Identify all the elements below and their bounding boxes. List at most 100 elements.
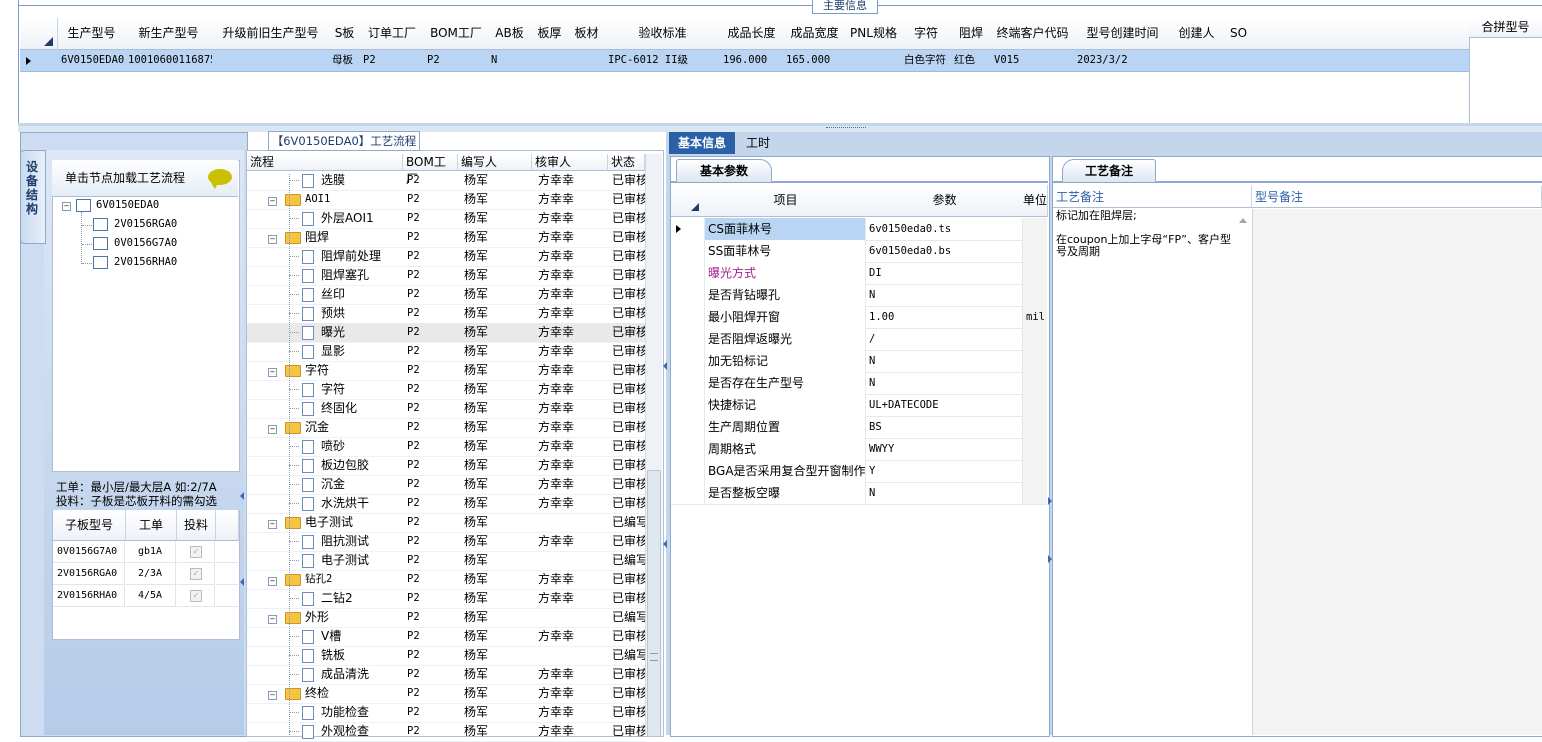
param-value[interactable]: N xyxy=(866,372,1023,394)
param-row-selector[interactable] xyxy=(671,372,705,394)
column-header[interactable]: PNL规格 xyxy=(846,18,902,50)
tree-child-label[interactable]: 2V0156RGA0 xyxy=(114,218,177,230)
tab-work-hours[interactable]: 工时 xyxy=(738,132,778,154)
column-header[interactable]: BOM工厂 xyxy=(424,18,489,50)
param-header-unit[interactable]: 单位 xyxy=(1023,185,1048,217)
cell[interactable] xyxy=(212,50,329,71)
column-header[interactable]: 字符 xyxy=(901,18,952,50)
tree-collapse-icon[interactable]: − xyxy=(268,520,277,529)
sub-cell-model[interactable]: 2V0156RHA0 xyxy=(53,585,125,607)
param-row-selector[interactable] xyxy=(671,394,705,416)
process-header-status[interactable]: 状态 xyxy=(608,154,645,171)
tree-collapse-icon[interactable]: − xyxy=(268,691,277,700)
chat-bubble-icon[interactable] xyxy=(208,169,232,189)
process-header-writer[interactable]: 编写人 xyxy=(458,154,532,171)
param-row[interactable]: BGA是否采用复合型开窗制作 Y xyxy=(671,460,1047,483)
feed-checkbox[interactable]: ✓ xyxy=(190,546,202,558)
tree-child-label[interactable]: 0V0156G7A0 xyxy=(114,237,177,249)
cell[interactable]: 2023/3/2 xyxy=(1074,50,1171,71)
tab-basic-info[interactable]: 基本信息 xyxy=(669,132,735,154)
cell[interactable]: IPC-6012 II级 xyxy=(605,50,720,71)
param-value[interactable]: 6v0150eda0.bs xyxy=(866,240,1023,262)
process-row[interactable]: 阻焊前处理 P2 杨军 方幸幸 已审核 xyxy=(247,247,645,267)
process-row[interactable]: 水洗烘干 P2 杨军 方幸幸 已审核 xyxy=(247,494,645,514)
param-value[interactable]: UL+DATECODE xyxy=(866,394,1023,416)
sub-cell-order[interactable]: 4/5A xyxy=(126,585,176,607)
param-row-selector[interactable] xyxy=(671,328,705,350)
process-row[interactable]: 预烘 P2 杨军 方幸幸 已审核 xyxy=(247,304,645,324)
column-header[interactable]: 升级前旧生产型号 xyxy=(212,18,330,50)
tab-basic-params[interactable]: 基本参数 xyxy=(676,159,772,182)
param-value[interactable]: WWYY xyxy=(866,438,1023,460)
process-row[interactable]: 终固化 P2 杨军 方幸幸 已审核 xyxy=(247,399,645,419)
param-row-selector[interactable] xyxy=(671,416,705,438)
param-row[interactable]: 是否整板空曝 N xyxy=(671,482,1047,505)
process-row[interactable]: 字符 P2 杨军 方幸幸 已审核 xyxy=(247,380,645,400)
param-value[interactable]: BS xyxy=(866,416,1023,438)
expand-right-icon[interactable] xyxy=(1048,555,1052,563)
cell[interactable] xyxy=(1222,50,1255,71)
param-row[interactable]: 是否阻焊返曝光 / xyxy=(671,328,1047,351)
param-value[interactable]: N xyxy=(866,482,1023,504)
param-row[interactable]: 周期格式 WWYY xyxy=(671,438,1047,461)
param-row-selector[interactable] xyxy=(671,350,705,372)
tree-child-label[interactable]: 2V0156RHA0 xyxy=(114,256,177,268)
tree-collapse-icon[interactable]: − xyxy=(268,197,277,206)
process-row[interactable]: 外观检查 P2 杨军 方幸幸 已审核 xyxy=(247,722,645,742)
cell[interactable]: 10010600116875 xyxy=(125,50,212,71)
process-row[interactable]: − 外形 P2 杨军 已编写 xyxy=(247,608,645,628)
tree-collapse-icon[interactable]: − xyxy=(62,202,71,211)
feed-checkbox[interactable]: ✓ xyxy=(190,568,202,580)
process-row[interactable]: 选膜 P2 杨军 方幸幸 已审核 xyxy=(247,171,645,191)
param-value[interactable]: 1.00 xyxy=(866,306,1023,328)
process-remark-field[interactable]: 标记加在阻焊层; 在coupon上加上字母“FP”、客户型号及周期 xyxy=(1056,210,1232,258)
process-row[interactable]: V槽 P2 杨军 方幸幸 已审核 xyxy=(247,627,645,647)
process-header-reviewer[interactable]: 核审人 xyxy=(532,154,608,171)
cell[interactable] xyxy=(846,50,901,71)
process-row[interactable]: − 沉金 P2 杨军 方幸幸 已审核 xyxy=(247,418,645,438)
param-row[interactable]: 加无铅标记 N xyxy=(671,350,1047,373)
sub-header-model[interactable]: 子板型号 xyxy=(53,510,126,541)
process-row[interactable]: 阻抗测试 P2 杨军 方幸幸 已审核 xyxy=(247,532,645,552)
param-row[interactable]: 最小阻焊开窗 1.00 mil xyxy=(671,306,1047,329)
process-row[interactable]: − 字符 P2 杨军 方幸幸 已审核 xyxy=(247,361,645,381)
param-header-item[interactable]: 项目 xyxy=(705,185,867,217)
sub-cell-model[interactable]: 2V0156RGA0 xyxy=(53,563,125,585)
process-header-bom[interactable]: BOM工厂 xyxy=(403,154,458,186)
collapse-left-icon[interactable] xyxy=(240,492,244,500)
param-row-selector[interactable] xyxy=(671,284,705,306)
param-header-selector[interactable] xyxy=(671,185,706,217)
cell[interactable]: P2 xyxy=(360,50,424,71)
column-header[interactable]: 终端客户代码 xyxy=(991,18,1075,50)
process-row[interactable]: 阻焊塞孔 P2 杨军 方幸幸 已审核 xyxy=(247,266,645,286)
param-row[interactable]: CS面菲林号 6v0150eda0.ts xyxy=(671,218,1047,241)
column-header[interactable]: 成品宽度 xyxy=(783,18,847,50)
column-header[interactable]: 阻焊 xyxy=(951,18,992,50)
process-row[interactable]: 成品清洗 P2 杨军 方幸幸 已审核 xyxy=(247,665,645,685)
param-value[interactable]: N xyxy=(866,350,1023,372)
param-row-selector[interactable] xyxy=(671,460,705,482)
tree-collapse-icon[interactable]: − xyxy=(268,368,277,377)
tree-collapse-icon[interactable]: − xyxy=(268,235,277,244)
process-row[interactable]: 电子测试 P2 杨军 已编写 xyxy=(247,551,645,571)
column-header[interactable]: 成品长度 xyxy=(720,18,784,50)
collapse-left-icon[interactable] xyxy=(240,578,244,586)
column-header[interactable]: S板 xyxy=(329,18,361,50)
process-row[interactable]: − AOI1 P2 杨军 方幸幸 已审核 xyxy=(247,190,645,210)
model-remark-field[interactable] xyxy=(1252,209,1542,735)
sub-cell-model[interactable]: 0V0156G7A0 xyxy=(53,541,125,563)
param-value[interactable]: 6v0150eda0.ts xyxy=(866,218,1023,240)
param-header-value[interactable]: 参数 xyxy=(866,185,1024,217)
collapse-left-icon[interactable] xyxy=(663,362,667,370)
tree-collapse-icon[interactable]: − xyxy=(268,577,277,586)
process-row[interactable]: 功能检查 P2 杨军 方幸幸 已审核 xyxy=(247,703,645,723)
process-row[interactable]: 沉金 P2 杨军 方幸幸 已审核 xyxy=(247,475,645,495)
cell[interactable]: N xyxy=(488,50,531,71)
remark-header-process[interactable]: 工艺备注 xyxy=(1053,186,1252,208)
column-header[interactable]: 验收标准 xyxy=(605,18,721,50)
cell[interactable]: 红色 xyxy=(951,50,991,71)
process-row[interactable]: 二钻2 P2 杨军 方幸幸 已审核 xyxy=(247,589,645,609)
param-row[interactable]: 是否背钻曝孔 N xyxy=(671,284,1047,307)
sub-cell-order[interactable]: 2/3A xyxy=(126,563,176,585)
column-header[interactable]: AB板 xyxy=(488,18,532,50)
